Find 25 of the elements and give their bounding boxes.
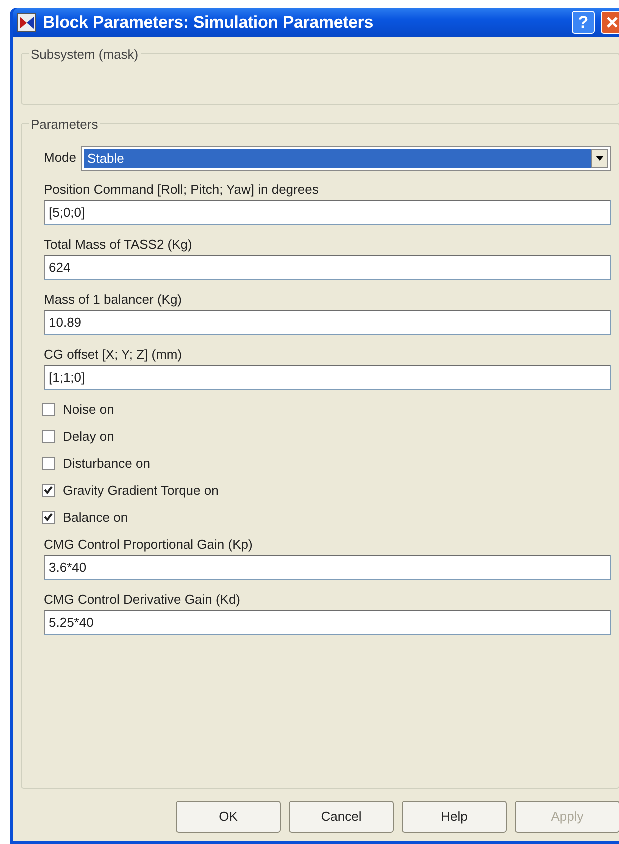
checkbox-label: Disturbance on — [63, 454, 150, 473]
window-title: Block Parameters: Simulation Parameters — [43, 12, 374, 34]
field-label: Mass of 1 balancer (Kg) — [44, 291, 184, 309]
mode-dropdown[interactable]: Stable — [80, 146, 611, 170]
input-field[interactable]: 5.25*40 — [44, 610, 611, 635]
checkbox-label: Gravity Gradient Torque on — [63, 482, 219, 500]
checkbox-label: Noise on — [63, 400, 114, 419]
checkbox-label: Delay on — [63, 428, 114, 446]
input-field[interactable]: [5;0;0] — [44, 200, 611, 225]
input-field[interactable]: 624 — [44, 255, 611, 280]
checkbox-label: Balance on — [63, 508, 128, 527]
field-label: Total Mass of TASS2 (Kg) — [44, 236, 194, 254]
input-field[interactable]: [1;1;0] — [44, 365, 611, 390]
cancel-button[interactable]: Cancel — [289, 801, 394, 833]
input-field[interactable]: 3.6*40 — [44, 555, 611, 580]
dropdown-value: Stable — [84, 148, 591, 168]
input-field[interactable]: 10.89 — [44, 310, 611, 335]
field-label: Position Command [Roll; Pitch; Yaw] in degrees — [44, 181, 320, 199]
ok-button[interactable]: OK — [176, 801, 281, 833]
field-label: CMG Control Proportional Gain (Kp) — [44, 536, 254, 554]
help-button[interactable]: ? — [572, 11, 595, 34]
field-label: Mode — [44, 149, 77, 168]
help-button[interactable]: Help — [402, 801, 507, 833]
field-label: CG offset [X; Y; Z] (mm) — [44, 346, 184, 364]
field-label: CMG Control Derivative Gain (Kd) — [44, 591, 242, 609]
